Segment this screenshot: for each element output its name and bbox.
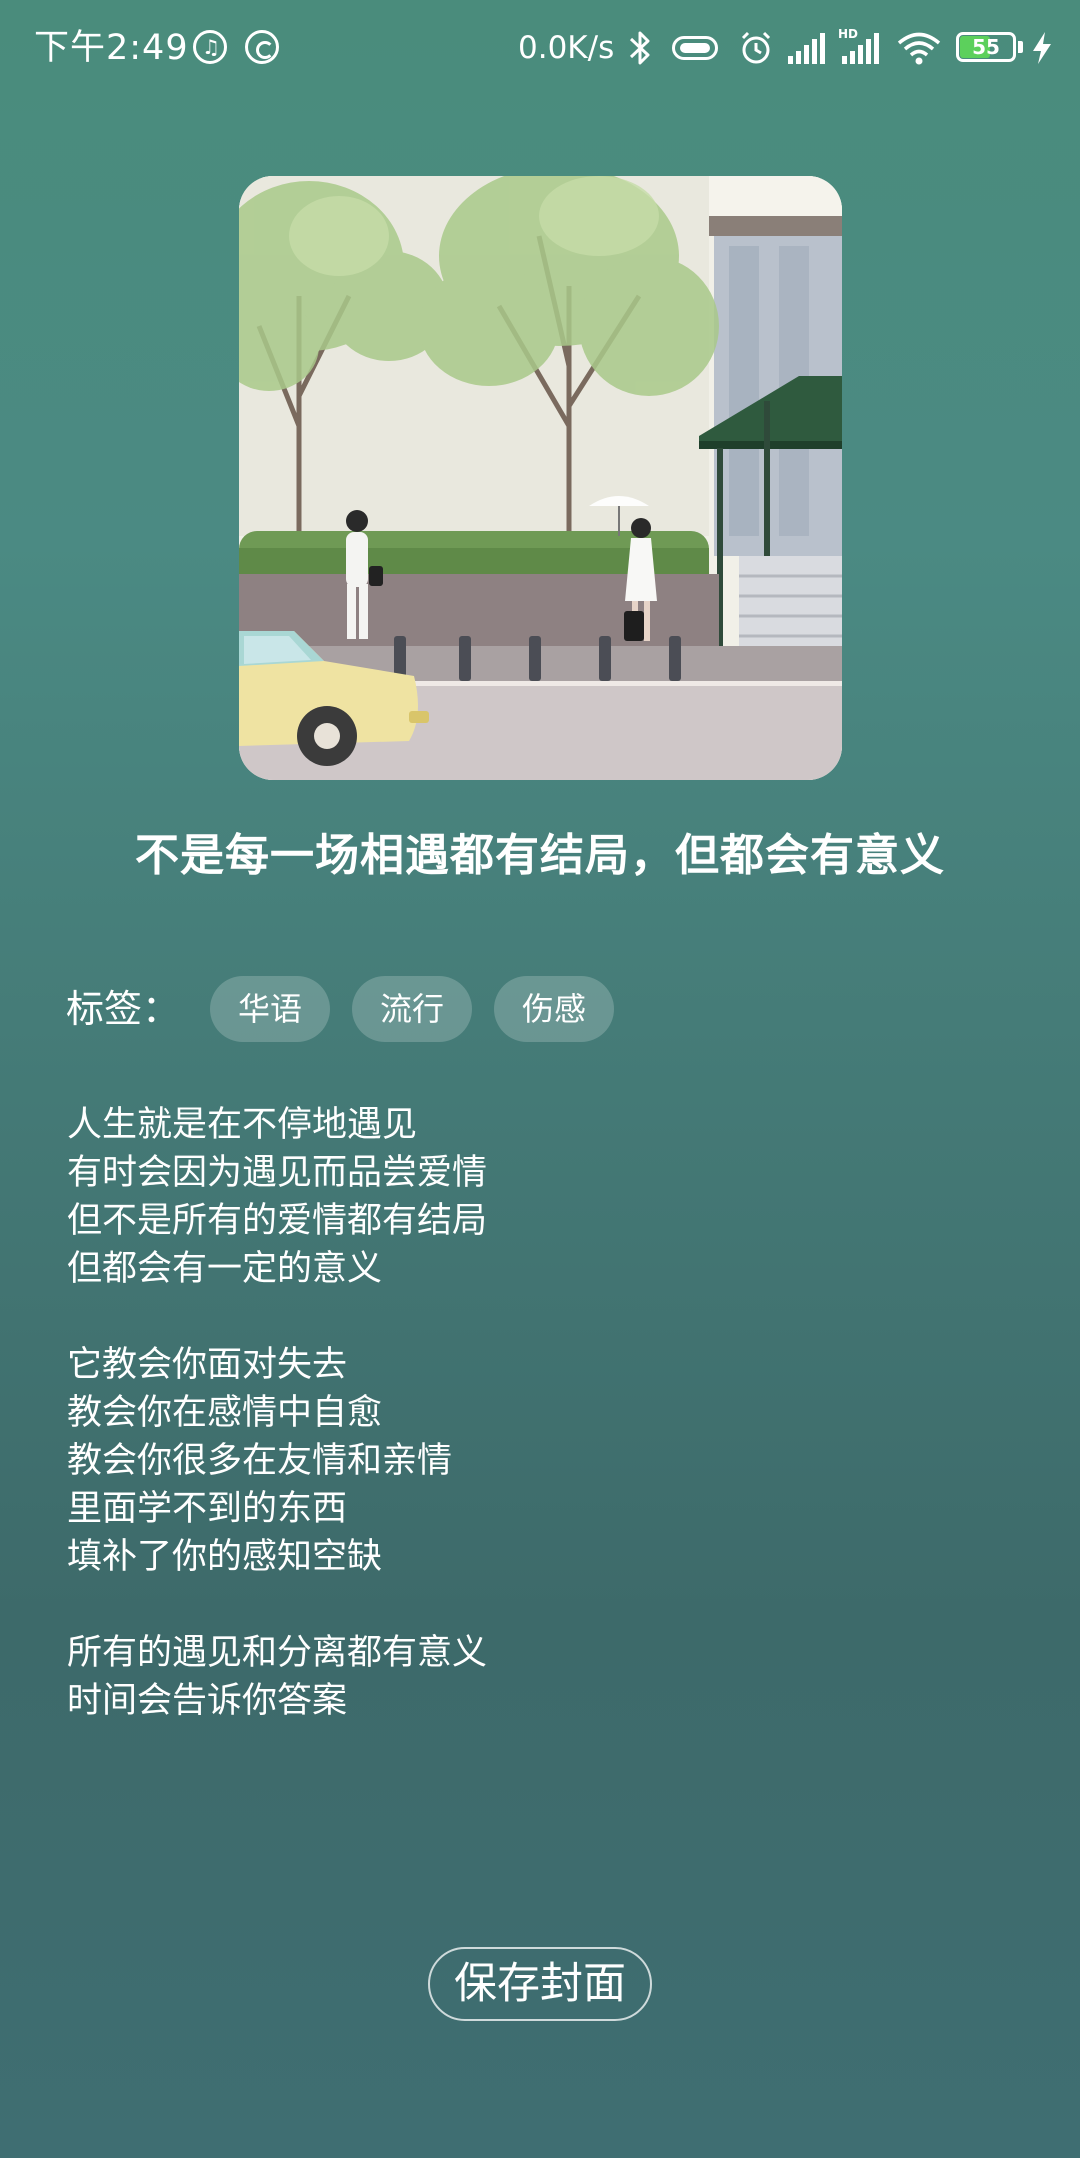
music-note-icon <box>193 30 227 64</box>
network-speed: 0.0K/s <box>518 30 615 66</box>
album-cover-illustration <box>239 176 842 780</box>
tag-chip[interactable]: 流行 <box>352 976 473 1042</box>
battery-tip <box>1018 41 1023 53</box>
tags-label: 标签： <box>66 987 181 1031</box>
vibrate-icon <box>672 36 718 60</box>
lyric-stanza: 它教会你面对失去 教会你在感情中自愈 教会你很多在友情和亲情 里面学不到的东西 … <box>67 1341 967 1581</box>
battery-level: 55 <box>972 35 1000 59</box>
tags-row: 标签： 华语 流行 伤感 <box>66 976 636 1042</box>
lyrics: 人生就是在不停地遇见 有时会因为遇见而品尝爱情 但不是所有的爱情都有结局 但都会… <box>67 1101 967 1773</box>
signal-icon <box>788 33 825 64</box>
lyric-line: 但都会有一定的意义 <box>67 1249 383 1289</box>
lyric-line: 但不是所有的爱情都有结局 <box>67 1201 488 1241</box>
lyric-line: 教会你很多在友情和亲情 <box>67 1441 453 1481</box>
save-cover-button[interactable]: 保存封面 <box>428 1947 652 2021</box>
svg-text:HD: HD <box>838 27 858 41</box>
lyric-line: 里面学不到的东西 <box>67 1489 348 1529</box>
hd-signal-icon: HD <box>838 27 879 64</box>
tag-chip[interactable]: 华语 <box>210 976 331 1042</box>
sync-icon <box>245 30 279 64</box>
lyric-line: 时间会告诉你答案 <box>67 1681 348 1721</box>
lyric-line: 人生就是在不停地遇见 <box>67 1105 418 1145</box>
tag-chip[interactable]: 伤感 <box>494 976 615 1042</box>
lyric-stanza: 所有的遇见和分离都有意义 时间会告诉你答案 <box>67 1629 967 1725</box>
charging-icon <box>1033 32 1051 64</box>
lyric-line: 它教会你面对失去 <box>67 1345 348 1385</box>
battery-icon: 55 <box>956 32 1016 62</box>
lyric-line: 有时会因为遇见而品尝爱情 <box>67 1153 488 1193</box>
bluetooth-icon <box>629 31 650 65</box>
status-time: 下午2:49 <box>34 28 189 68</box>
wifi-icon <box>897 32 941 65</box>
lyric-stanza: 人生就是在不停地遇见 有时会因为遇见而品尝爱情 但不是所有的爱情都有结局 但都会… <box>67 1101 967 1293</box>
lyric-line: 填补了你的感知空缺 <box>67 1537 383 1577</box>
alarm-icon <box>741 31 771 64</box>
lyric-line: 所有的遇见和分离都有意义 <box>67 1633 488 1673</box>
lyric-line: 教会你在感情中自愈 <box>67 1393 383 1433</box>
status-bar: 下午2:49 0.0K/s HD 55 <box>0 0 1080 96</box>
song-title: 不是每一场相遇都有结局，但都会有意义 <box>135 830 945 881</box>
